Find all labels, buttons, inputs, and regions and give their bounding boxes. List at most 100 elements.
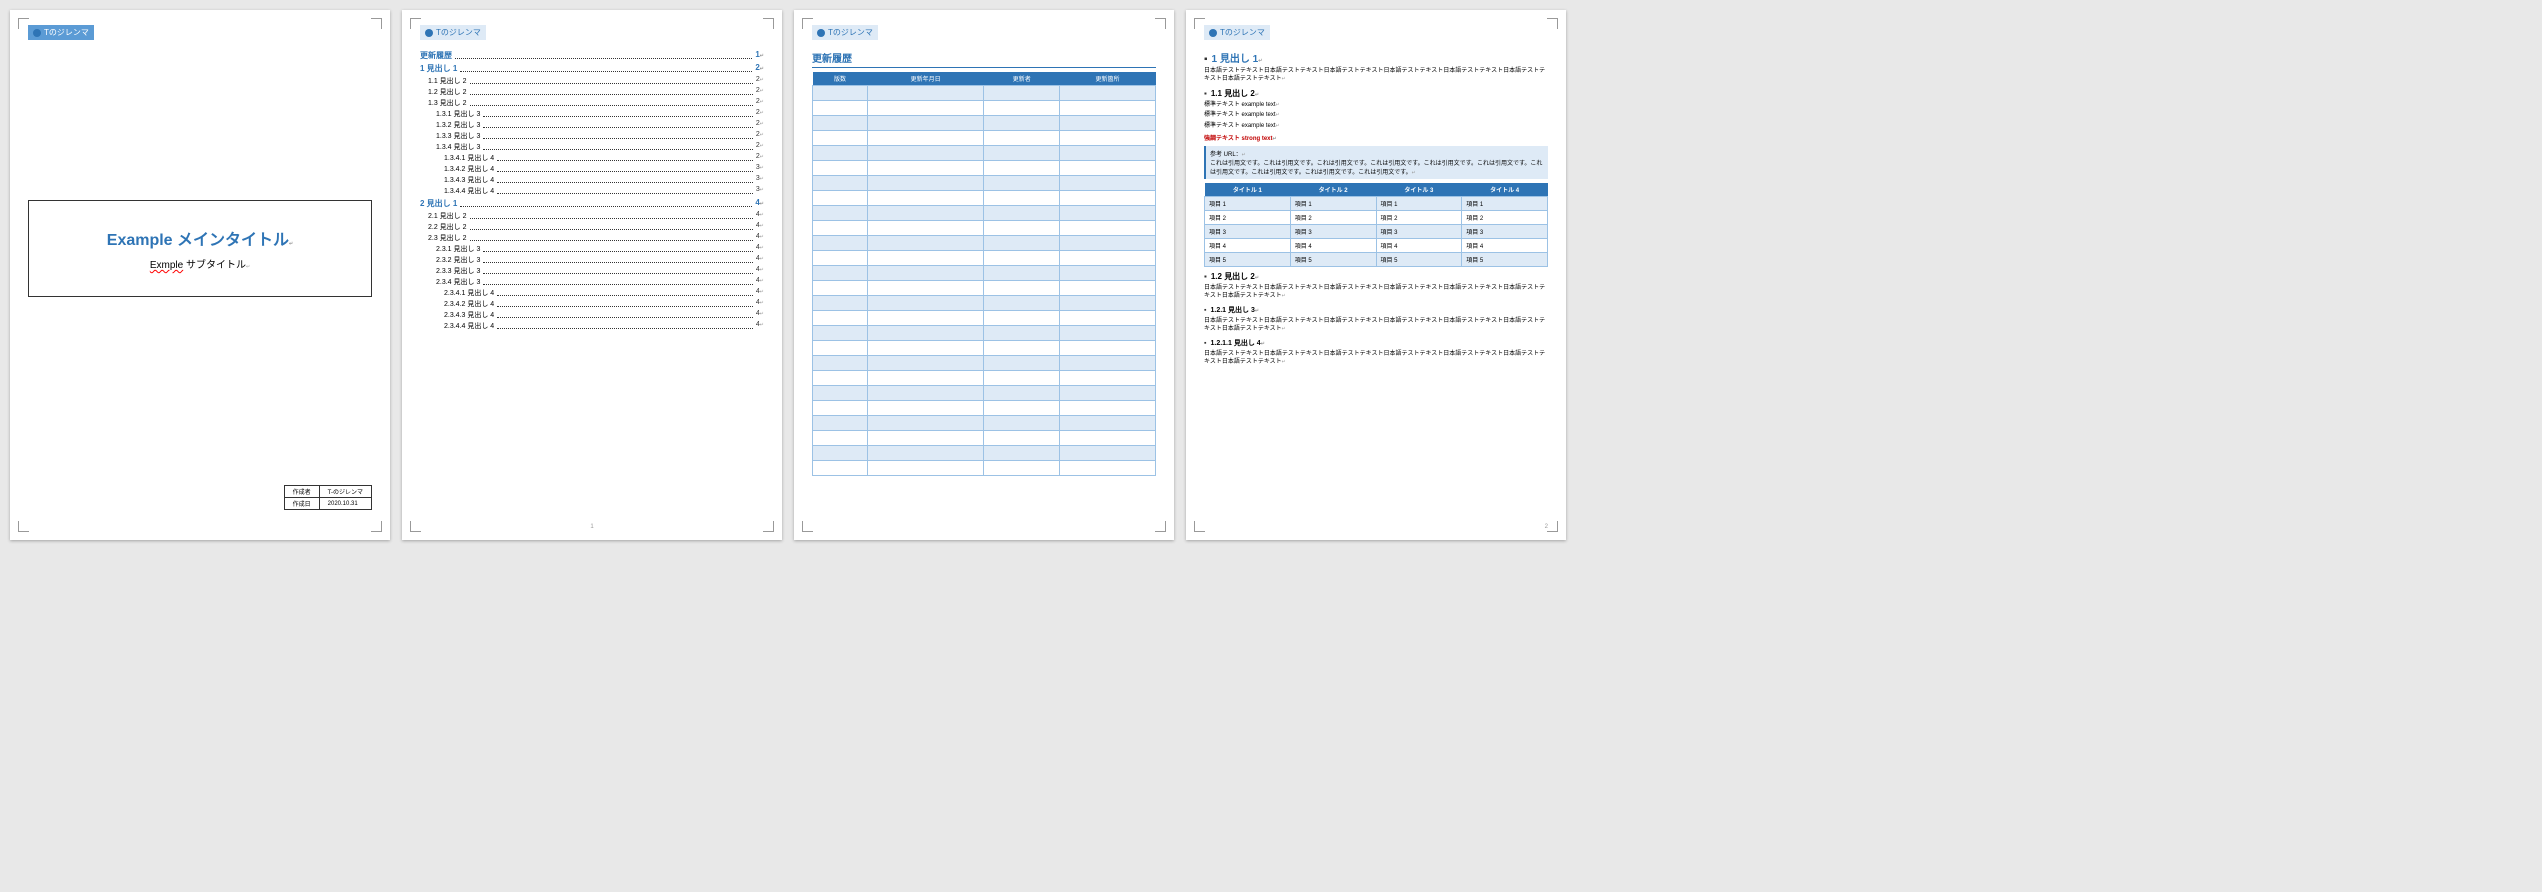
- toc-entry[interactable]: 2.3.4.2 見出し 44↵: [420, 299, 764, 309]
- table-row: [813, 416, 1156, 431]
- toc-entry[interactable]: 1.3.4.4 見出し 43↵: [420, 186, 764, 196]
- toc-entry[interactable]: 2.3.4.3 見出し 44↵: [420, 310, 764, 320]
- table-row: 項目 2項目 2項目 2項目 2: [1205, 210, 1548, 224]
- heading-2: 1.1 見出し 2: [1204, 88, 1548, 99]
- toc-entry[interactable]: 1.3.4.3 見出し 43↵: [420, 175, 764, 185]
- toc-entry[interactable]: 1.3.4 見出し 32↵: [420, 142, 764, 152]
- toc-entry[interactable]: 2.3.4.4 見出し 44↵: [420, 321, 764, 331]
- body-text: 日本語テストテキスト日本語テストテキスト日本語テストテキスト日本語テストテキスト…: [1204, 67, 1548, 84]
- table-row: [813, 326, 1156, 341]
- table-row: [813, 446, 1156, 461]
- toc-entry[interactable]: 2.3.1 見出し 34↵: [420, 244, 764, 254]
- table-row: [813, 341, 1156, 356]
- logo-icon: [1209, 29, 1217, 37]
- table-header: タイトル 2: [1290, 183, 1376, 197]
- item-table: タイトル 1タイトル 2タイトル 3タイトル 4 項目 1項目 1項目 1項目 …: [1204, 183, 1548, 267]
- table-row: 項目 3項目 3項目 3項目 3: [1205, 224, 1548, 238]
- standard-text: 標準テキスト example text: [1204, 122, 1548, 130]
- body-text: 日本語テストテキスト日本語テストテキスト日本語テストテキスト日本語テストテキスト…: [1204, 350, 1548, 367]
- table-row: [813, 236, 1156, 251]
- table-header: 更新者: [984, 72, 1059, 86]
- body-text: 日本語テストテキスト日本語テストテキスト日本語テストテキスト日本語テストテキスト…: [1204, 284, 1548, 301]
- toc-entry[interactable]: 更新履歴1↵: [420, 50, 764, 61]
- table-row: [813, 401, 1156, 416]
- toc-entry[interactable]: 2.3.3 見出し 34↵: [420, 266, 764, 276]
- toc-entry[interactable]: 2.3.4.1 見出し 44↵: [420, 288, 764, 298]
- sub-title: Exmple サブタイトル: [39, 256, 361, 271]
- toc: 更新履歴1↵1 見出し 12↵1.1 見出し 22↵1.2 見出し 22↵1.3…: [420, 50, 764, 331]
- title-box: Example メインタイトル Exmple サブタイトル: [28, 200, 372, 297]
- table-row: [813, 371, 1156, 386]
- table-header: 更新年月日: [867, 72, 984, 86]
- page-3-history: Tのジレンマ 更新履歴 版数更新年月日更新者更新箇所: [794, 10, 1174, 540]
- logo-icon: [817, 29, 825, 37]
- toc-entry[interactable]: 1.2 見出し 22↵: [420, 87, 764, 97]
- header-brand: Tのジレンマ: [812, 25, 878, 40]
- table-row: 項目 1項目 1項目 1項目 1: [1205, 196, 1548, 210]
- table-row: [813, 86, 1156, 101]
- body-text: 日本語テストテキスト日本語テストテキスト日本語テストテキスト日本語テストテキスト…: [1204, 317, 1548, 334]
- table-row: [813, 131, 1156, 146]
- main-title: Example メインタイトル: [39, 226, 361, 250]
- quote-block: 参考 URL： これは引用文です。これは引用文です。これは引用文です。これは引用…: [1204, 146, 1548, 179]
- table-row: [813, 116, 1156, 131]
- table-row: [813, 281, 1156, 296]
- table-header: タイトル 4: [1462, 183, 1548, 197]
- heading-4: 1.2.1.1 見出し 4: [1204, 338, 1548, 348]
- toc-entry[interactable]: 1.3.3 見出し 32↵: [420, 131, 764, 141]
- table-row: [813, 311, 1156, 326]
- logo-icon: [33, 29, 41, 37]
- logo-icon: [425, 29, 433, 37]
- header-brand: Tのジレンマ: [420, 25, 486, 40]
- table-row: [813, 206, 1156, 221]
- table-row: [813, 296, 1156, 311]
- table-row: [813, 101, 1156, 116]
- toc-entry[interactable]: 2.1 見出し 24↵: [420, 211, 764, 221]
- heading-1: 1 見出し 1: [1204, 50, 1548, 65]
- table-row: 項目 5項目 5項目 5項目 5: [1205, 252, 1548, 266]
- table-row: [813, 191, 1156, 206]
- header-brand: Tのジレンマ: [28, 25, 94, 40]
- meta-table: 作成者T-のジレンマ 作成日2020.10.31: [284, 485, 372, 510]
- table-row: [813, 146, 1156, 161]
- table-row: [813, 431, 1156, 446]
- table-row: [813, 176, 1156, 191]
- page-number: 1: [590, 524, 593, 530]
- page-4-content: Tのジレンマ 1 見出し 1 日本語テストテキスト日本語テストテキスト日本語テス…: [1186, 10, 1566, 540]
- toc-entry[interactable]: 2.3.2 見出し 34↵: [420, 255, 764, 265]
- standard-text: 標準テキスト example text: [1204, 101, 1548, 109]
- heading-2: 1.2 見出し 2: [1204, 271, 1548, 282]
- toc-entry[interactable]: 1.1 見出し 22↵: [420, 76, 764, 86]
- page-1-cover: Tのジレンマ Example メインタイトル Exmple サブタイトル 作成者…: [10, 10, 390, 540]
- standard-text: 標準テキスト example text: [1204, 111, 1548, 119]
- table-header: 版数: [813, 72, 868, 86]
- table-row: 項目 4項目 4項目 4項目 4: [1205, 238, 1548, 252]
- history-table: 版数更新年月日更新者更新箇所: [812, 72, 1156, 476]
- table-row: [813, 386, 1156, 401]
- toc-entry[interactable]: 2.3 見出し 24↵: [420, 233, 764, 243]
- page-number: 2: [1545, 524, 1548, 530]
- toc-entry[interactable]: 2 見出し 14↵: [420, 198, 764, 209]
- table-row: [813, 251, 1156, 266]
- strong-text: 強調テキスト strong text: [1204, 133, 1548, 142]
- toc-entry[interactable]: 1.3.4.1 見出し 42↵: [420, 153, 764, 163]
- table-row: [813, 356, 1156, 371]
- toc-entry[interactable]: 1.3.2 見出し 32↵: [420, 120, 764, 130]
- table-row: [813, 461, 1156, 476]
- page-2-toc: Tのジレンマ 更新履歴1↵ 1 見出し 12↵ 1.1 見出し 22↵1.2 見出し…: [402, 10, 782, 540]
- table-header: 更新箇所: [1059, 72, 1155, 86]
- table-row: [813, 221, 1156, 236]
- toc-entry[interactable]: 2.3.4 見出し 34↵: [420, 277, 764, 287]
- toc-entry[interactable]: 1 見出し 12↵: [420, 63, 764, 74]
- table-row: [813, 266, 1156, 281]
- toc-entry[interactable]: 2.2 見出し 24↵: [420, 222, 764, 232]
- header-brand: Tのジレンマ: [1204, 25, 1270, 40]
- toc-entry[interactable]: 1.3 見出し 22↵: [420, 98, 764, 108]
- toc-entry[interactable]: 1.3.1 見出し 32↵: [420, 109, 764, 119]
- heading-3: 1.2.1 見出し 3: [1204, 305, 1548, 315]
- table-header: タイトル 3: [1376, 183, 1462, 197]
- table-row: [813, 161, 1156, 176]
- table-header: タイトル 1: [1205, 183, 1291, 197]
- history-title: 更新履歴: [812, 50, 1156, 68]
- toc-entry[interactable]: 1.3.4.2 見出し 43↵: [420, 164, 764, 174]
